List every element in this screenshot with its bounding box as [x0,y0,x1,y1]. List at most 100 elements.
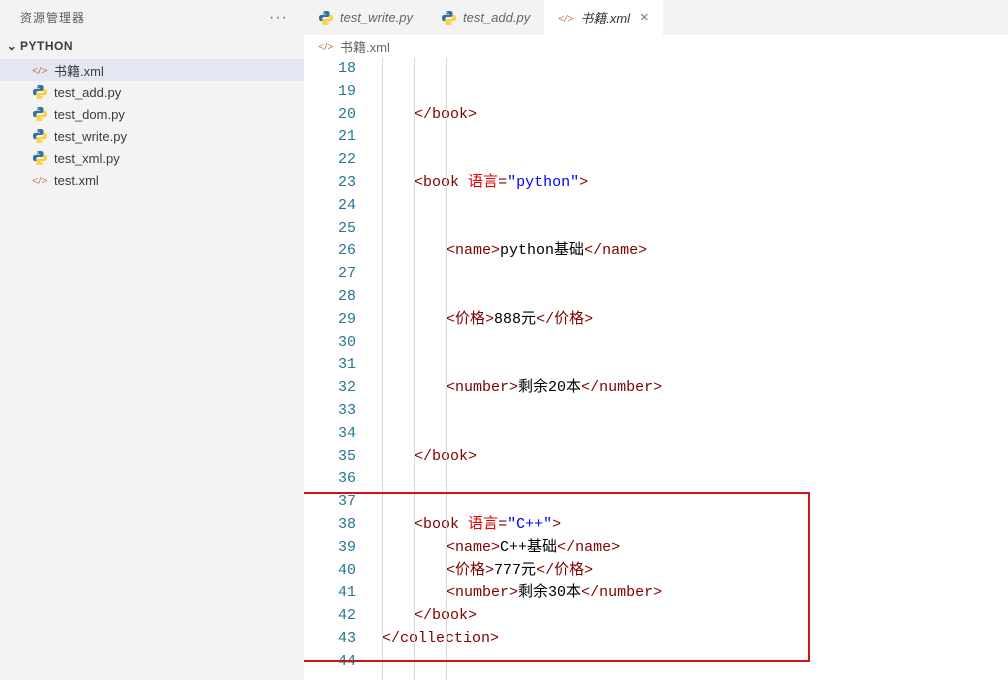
section-header[interactable]: ⌄ PYTHON [0,35,304,57]
svg-text:</>: </> [558,13,574,25]
code-line[interactable] [382,149,1008,172]
tab-label: test_add.py [463,10,530,25]
code-line[interactable] [382,195,1008,218]
code-line[interactable]: <book 语言="C++"> [382,514,1008,537]
xml-icon: </> [32,62,48,78]
code-line[interactable]: <价格>777元</价格> [382,560,1008,583]
sidebar: 资源管理器 ··· ⌄ PYTHON </> 书籍.xml test_add.pyt… [0,0,304,680]
line-number: 38 [304,514,356,537]
tab-label: 书籍.xml [580,8,630,27]
file-name: 书籍.xml [54,61,104,80]
line-number: 30 [304,332,356,355]
code-line[interactable] [382,354,1008,377]
code-line[interactable] [382,126,1008,149]
tab-label: test_write.py [340,10,413,25]
line-number: 34 [304,423,356,446]
code-line[interactable]: </book> [382,104,1008,127]
code-line[interactable] [382,286,1008,309]
line-number: 27 [304,263,356,286]
code-line[interactable]: <book 语言="python"> [382,172,1008,195]
chevron-down-icon: ⌄ [4,39,20,53]
code-line[interactable] [382,491,1008,514]
code-editor[interactable]: 1819202122232425262728293031323334353637… [304,57,1008,680]
file-name: test_dom.py [54,107,125,122]
line-number: 29 [304,309,356,332]
svg-text:</>: </> [32,65,48,77]
code-line[interactable] [382,332,1008,355]
explorer-header: 资源管理器 ··· [0,0,304,35]
svg-text:</>: </> [318,41,334,53]
line-number: 32 [304,377,356,400]
tab[interactable]: test_add.py [427,0,544,35]
code-line[interactable]: <number>剩余20本</number> [382,377,1008,400]
svg-text:</>: </> [32,175,48,187]
tab[interactable]: </> 书籍.xml × [544,0,663,35]
line-number: 39 [304,537,356,560]
file-tree-item[interactable]: test_xml.py [0,147,304,169]
code-line[interactable]: </collection> [382,628,1008,651]
file-tree-item[interactable]: test_write.py [0,125,304,147]
file-tree-item[interactable]: </> test.xml [0,169,304,191]
python-icon [318,10,334,26]
code-line[interactable] [382,423,1008,446]
python-icon [32,84,48,100]
code-line[interactable]: <name>C++基础</name> [382,537,1008,560]
code-line[interactable]: </book> [382,446,1008,469]
section-title: PYTHON [20,39,73,53]
xml-icon: </> [318,38,334,54]
line-number: 25 [304,218,356,241]
code-line[interactable]: </book> [382,605,1008,628]
line-number: 40 [304,560,356,583]
code-line[interactable]: <name>python基础</name> [382,240,1008,263]
python-icon [32,128,48,144]
python-icon [32,106,48,122]
line-number: 26 [304,240,356,263]
tab-bar: test_write.py test_add.py </> 书籍.xml × [304,0,1008,35]
breadcrumb[interactable]: </> 书籍.xml [304,35,1008,57]
file-name: test_add.py [54,85,121,100]
explorer-title: 资源管理器 [20,9,261,26]
editor-area: test_write.py test_add.py </> 书籍.xml × </> 书籍… [304,0,1008,680]
line-number: 41 [304,582,356,605]
code-line[interactable] [382,263,1008,286]
code-line[interactable]: <number>剩余30本</number> [382,582,1008,605]
gutter: 1819202122232425262728293031323334353637… [304,58,382,680]
line-number: 33 [304,400,356,423]
file-tree-item[interactable]: </> 书籍.xml [0,59,304,81]
line-number: 36 [304,468,356,491]
breadcrumb-file: 书籍.xml [340,37,390,56]
line-number: 35 [304,446,356,469]
code-line[interactable]: <价格>888元</价格> [382,309,1008,332]
file-tree: </> 书籍.xml test_add.py test_dom.py test_writ… [0,57,304,191]
file-name: test.xml [54,173,99,188]
file-name: test_xml.py [54,151,120,166]
xml-icon: </> [32,172,48,188]
python-icon [32,150,48,166]
code-line[interactable] [382,81,1008,104]
file-tree-item[interactable]: test_dom.py [0,103,304,125]
code-area[interactable]: </book> <book 语言="python"> <name>python基础<… [382,58,1008,680]
code-line[interactable] [382,400,1008,423]
line-number: 22 [304,149,356,172]
code-line[interactable] [382,468,1008,491]
python-icon [441,10,457,26]
file-name: test_write.py [54,129,127,144]
line-number: 43 [304,628,356,651]
line-number: 31 [304,354,356,377]
code-line[interactable] [382,651,1008,674]
code-line[interactable] [382,218,1008,241]
line-number: 44 [304,651,356,674]
line-number: 18 [304,58,356,81]
line-number: 24 [304,195,356,218]
line-number: 20 [304,104,356,127]
more-icon[interactable]: ··· [261,11,296,25]
file-tree-item[interactable]: test_add.py [0,81,304,103]
line-number: 37 [304,491,356,514]
close-icon[interactable]: × [640,10,649,25]
line-number: 42 [304,605,356,628]
line-number: 21 [304,126,356,149]
line-number: 19 [304,81,356,104]
code-line[interactable] [382,58,1008,81]
tab[interactable]: test_write.py [304,0,427,35]
xml-icon: </> [558,10,574,26]
